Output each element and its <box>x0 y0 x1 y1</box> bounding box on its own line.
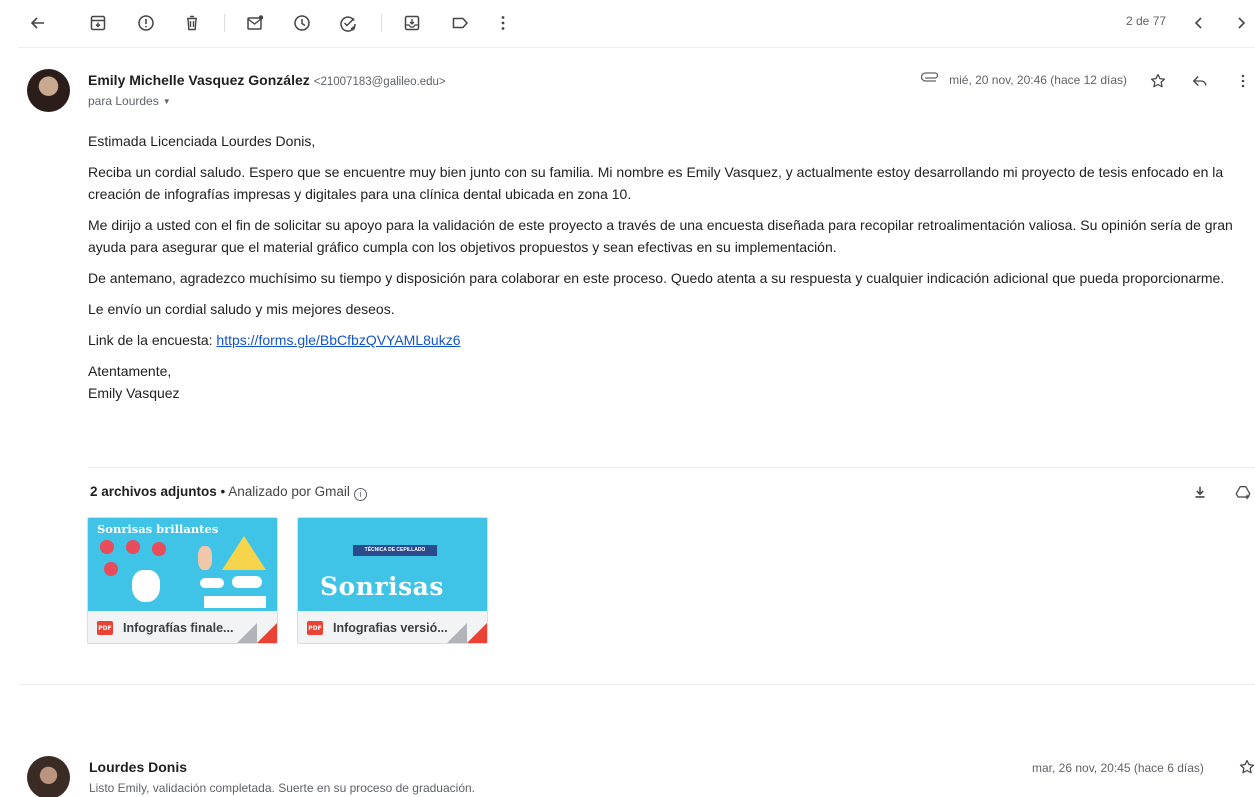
closing: Atentamente, <box>88 363 172 379</box>
attachment-card[interactable]: TÉCNICA DE CEPILLADO Sonrisas PDF Infogr… <box>297 517 488 644</box>
illustration-mouth <box>104 562 118 576</box>
message-body: Estimada Licenciada Lourdes Donis, Recib… <box>88 130 1248 404</box>
back-arrow-icon[interactable] <box>26 11 50 35</box>
collapsed-date: mar, 26 nov, 20:45 (hace 6 días) <box>1032 761 1204 775</box>
attachments-separator: • <box>216 484 229 499</box>
collapsed-sender-name[interactable]: Lourdes Donis <box>89 759 187 775</box>
illustration-food-pyramid <box>222 536 266 570</box>
collapsed-snippet[interactable]: Listo Emily, validación completada. Suer… <box>89 781 475 795</box>
add-to-tasks-icon[interactable] <box>336 11 360 35</box>
move-to-icon[interactable] <box>400 11 424 35</box>
pdf-corner-badge <box>467 623 487 643</box>
more-vert-icon[interactable] <box>491 11 515 35</box>
divider <box>18 684 1255 685</box>
attachments-count: 2 archivos adjuntos <box>90 484 217 499</box>
body-paragraph: De antemano, agradezco muchísimo su tiem… <box>88 270 1225 286</box>
star-icon[interactable] <box>1147 70 1169 92</box>
sender-email: <21007183@galileo.edu> <box>313 76 446 88</box>
signature-block: Atentamente, Emily Vasquez <box>88 360 1248 404</box>
info-icon[interactable]: i <box>353 488 367 501</box>
pagination-count: 2 de 77 <box>1126 14 1167 28</box>
recipients-label: para Lourdes <box>88 94 159 108</box>
pdf-icon: PDF <box>97 621 113 635</box>
sender-avatar[interactable] <box>27 69 70 112</box>
pdf-corner-badge <box>257 623 277 643</box>
divider <box>88 467 1255 468</box>
mark-unread-icon[interactable] <box>243 11 267 35</box>
report-spam-icon[interactable] <box>134 11 158 35</box>
attachment-thumbnail: Sonrisas brillantes <box>88 518 277 611</box>
survey-link-label: Link de la encuesta: <box>88 332 217 348</box>
illustration-bubble <box>200 578 224 588</box>
attachment-clip-icon <box>920 72 941 87</box>
attachment-filename: Infografias versió... <box>333 621 448 635</box>
toolbar-separator <box>224 14 225 32</box>
illustration-mouth <box>152 542 166 556</box>
attachments-header: 2 archivos adjuntos • Analizado por Gmai… <box>90 484 367 501</box>
add-to-drive-icon[interactable] <box>1232 481 1254 503</box>
divider <box>18 47 1255 48</box>
thumbnail-title: Sonrisas brillantes <box>97 522 219 536</box>
toolbar: 2 de 77 <box>0 0 1255 46</box>
thumbnail-tag: TÉCNICA DE CEPILLADO <box>353 545 437 556</box>
message-date: mié, 20 nov, 20:46 (hace 12 días) <box>949 72 1127 87</box>
illustration-mouth <box>100 540 114 554</box>
archive-icon[interactable] <box>86 11 110 35</box>
page-fold <box>237 623 257 643</box>
chevron-left-icon[interactable] <box>1187 11 1211 35</box>
delete-icon[interactable] <box>180 11 204 35</box>
more-vert-icon[interactable] <box>1232 70 1254 92</box>
pdf-icon: PDF <box>307 621 323 635</box>
body-paragraph: Me dirijo a usted con el fin de solicita… <box>88 217 1233 255</box>
illustration-tooth <box>132 570 160 602</box>
sender-name-text: Emily Michelle Vasquez González <box>88 72 310 88</box>
download-all-icon[interactable] <box>1189 481 1211 503</box>
body-paragraph: Le envío un cordial saludo y mis mejores… <box>88 301 395 317</box>
illustration-bubble <box>232 576 262 588</box>
page-fold <box>447 623 467 643</box>
reply-icon[interactable] <box>1189 70 1211 92</box>
survey-link[interactable]: https://forms.gle/BbCfbzQVYAML8ukz6 <box>216 332 460 348</box>
star-icon[interactable] <box>1238 758 1255 778</box>
illustration-person <box>198 546 212 570</box>
body-paragraph: Reciba un cordial saludo. Espero que se … <box>88 164 1224 202</box>
sender-avatar[interactable] <box>27 756 70 797</box>
recipients-toggle[interactable]: para Lourdes ▼ <box>88 94 171 108</box>
caret-down-icon: ▼ <box>162 97 171 107</box>
label-icon[interactable] <box>448 11 472 35</box>
survey-link-line: Link de la encuesta: https://forms.gle/B… <box>88 329 1248 351</box>
scan-label: Analizado por Gmail <box>228 484 350 499</box>
illustration-toothbrushes <box>204 596 266 608</box>
sender-name: Emily Michelle Vasquez González <21007183… <box>88 72 446 88</box>
signature: Emily Vasquez <box>88 385 180 401</box>
message-meta: mié, 20 nov, 20:46 (hace 12 días) <box>920 72 1127 87</box>
toolbar-separator <box>381 14 382 32</box>
attachment-filename: Infografías finale... <box>123 621 234 635</box>
snooze-icon[interactable] <box>290 11 314 35</box>
thumbnail-title: Sonrisas <box>320 572 444 601</box>
illustration-mouth <box>126 540 140 554</box>
attachment-card[interactable]: Sonrisas brillantes PDF Infografías fina… <box>87 517 278 644</box>
greeting: Estimada Licenciada Lourdes Donis, <box>88 133 316 149</box>
attachment-thumbnail: TÉCNICA DE CEPILLADO Sonrisas <box>298 518 487 611</box>
chevron-right-icon[interactable] <box>1229 11 1253 35</box>
